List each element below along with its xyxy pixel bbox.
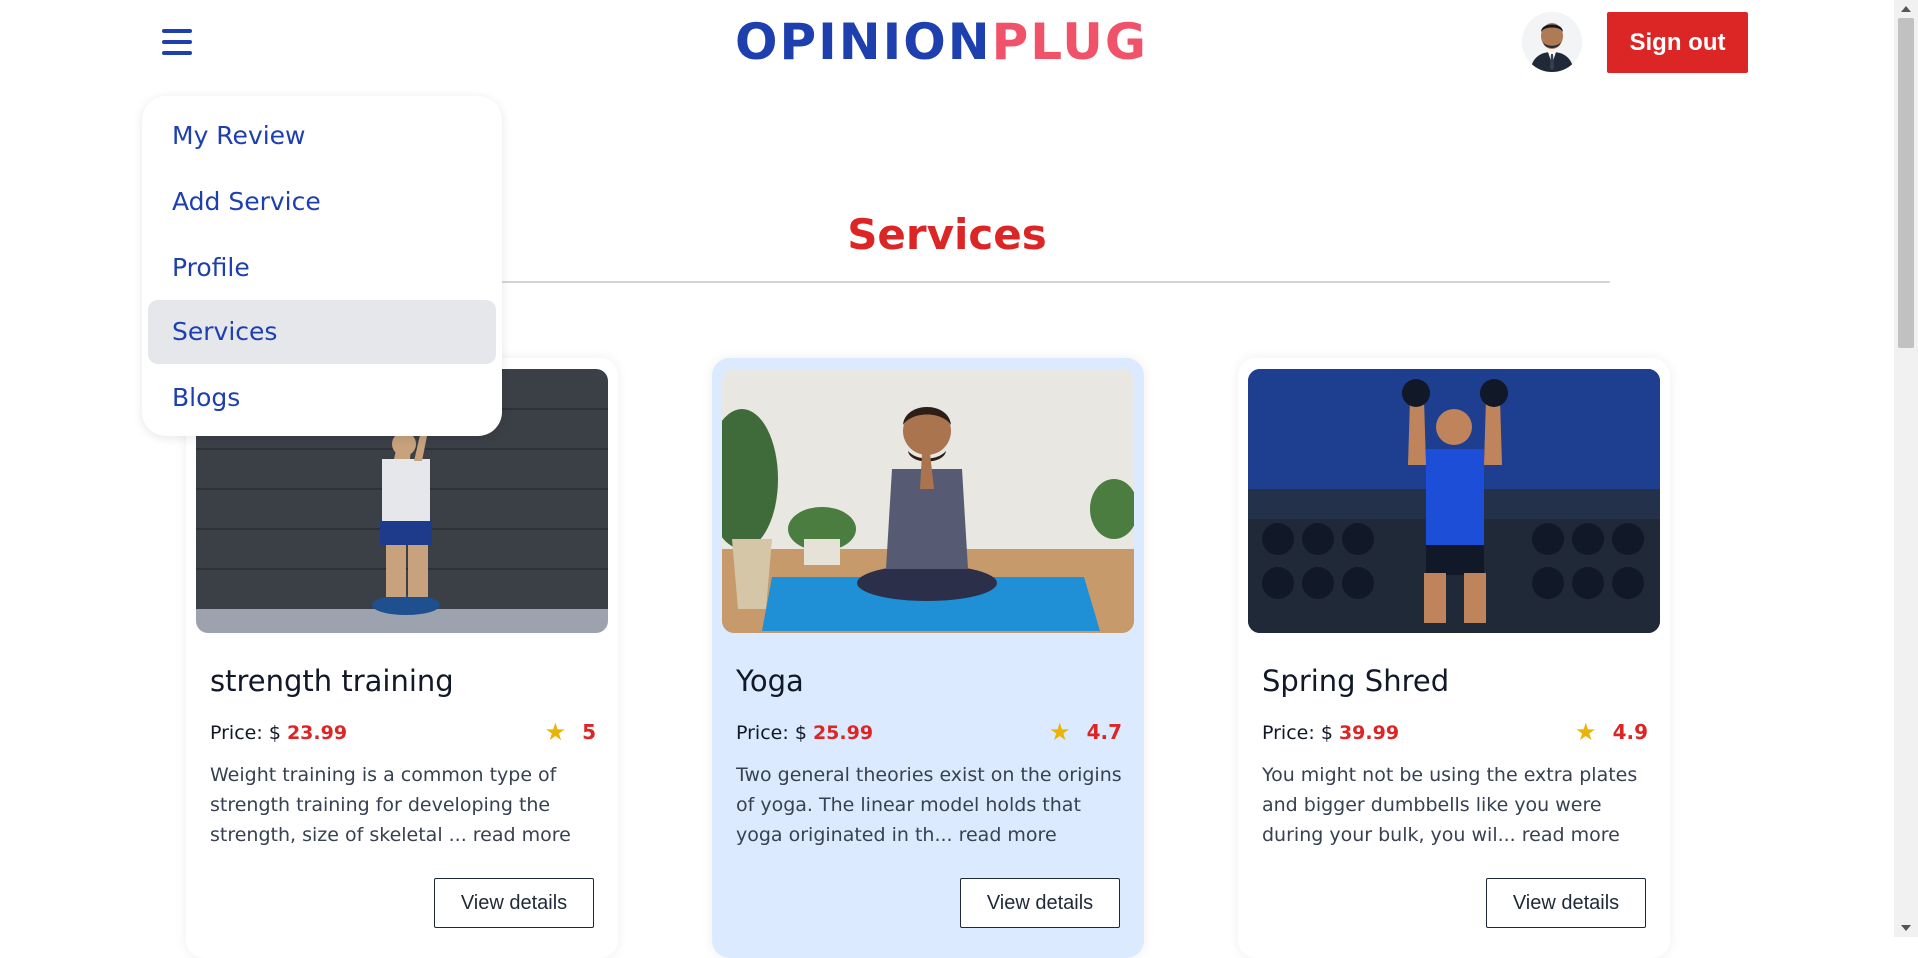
service-name: Yoga xyxy=(736,664,804,698)
scroll-down-icon[interactable] xyxy=(1901,925,1911,931)
site-logo[interactable]: OPINIONPLUG xyxy=(735,10,1148,74)
star-icon: ★ xyxy=(544,718,567,746)
navigation-dropdown-menu: My Review Add Service Profile Services B… xyxy=(142,96,502,436)
menu-item-my-review[interactable]: My Review xyxy=(148,104,496,168)
hamburger-menu-icon[interactable] xyxy=(160,26,194,58)
service-price: Price: $ 25.99 xyxy=(736,722,873,744)
price-currency: $ xyxy=(1320,722,1333,744)
vertical-scrollbar[interactable] xyxy=(1894,0,1918,937)
price-label: Price: xyxy=(736,722,789,744)
service-name: strength training xyxy=(210,664,454,698)
service-rating: ★ 4.7 xyxy=(1049,720,1122,744)
rating-value: 4.9 xyxy=(1612,720,1648,744)
service-rating: ★ 4.9 xyxy=(1575,720,1648,744)
scrollbar-thumb[interactable] xyxy=(1898,18,1914,348)
view-details-button[interactable]: View details xyxy=(434,878,594,928)
menu-item-blogs[interactable]: Blogs xyxy=(148,366,496,430)
service-card-yoga[interactable]: Yoga Price: $ 25.99 ★ 4.7 Two general th… xyxy=(712,358,1144,958)
price-currency: $ xyxy=(268,722,281,744)
sign-out-button[interactable]: Sign out xyxy=(1607,12,1748,73)
price-amount: 39.99 xyxy=(1338,722,1400,744)
service-rating: ★ 5 xyxy=(545,720,596,744)
menu-item-add-service[interactable]: Add Service xyxy=(148,170,496,234)
price-amount: 25.99 xyxy=(812,722,874,744)
view-details-button[interactable]: View details xyxy=(960,878,1120,928)
service-description: Two general theories exist on the origin… xyxy=(736,764,1122,846)
service-price: Price: $ 23.99 xyxy=(210,722,347,744)
service-card-spring-shred[interactable]: Spring Shred Price: $ 39.99 ★ 4.9 You mi… xyxy=(1238,358,1670,958)
view-details-button[interactable]: View details xyxy=(1486,878,1646,928)
logo-part-opinion: OPINION xyxy=(735,13,992,71)
logo-part-plug: PLUG xyxy=(991,13,1148,71)
rating-value: 5 xyxy=(582,720,596,744)
price-label: Price: xyxy=(1262,722,1315,744)
service-image-spring-shred xyxy=(1248,369,1660,633)
service-price: Price: $ 39.99 xyxy=(1262,722,1399,744)
service-description: You might not be using the extra plates … xyxy=(1262,764,1638,846)
avatar[interactable] xyxy=(1522,12,1582,72)
service-card-strength-training[interactable]: strength training Price: $ 23.99 ★ 5 Wei… xyxy=(186,358,618,958)
rating-value: 4.7 xyxy=(1086,720,1122,744)
star-icon: ★ xyxy=(1575,718,1597,746)
menu-item-profile[interactable]: Profile xyxy=(148,236,496,300)
price-label: Price: xyxy=(210,722,263,744)
price-currency: $ xyxy=(794,722,807,744)
page: OPINIONPLUG Sign out Services strength t… xyxy=(0,0,1894,958)
scroll-up-icon[interactable] xyxy=(1901,6,1911,12)
service-image-yoga xyxy=(722,369,1134,633)
menu-item-services[interactable]: Services xyxy=(148,300,496,364)
service-name: Spring Shred xyxy=(1262,664,1450,698)
service-description: Weight training is a common type of stre… xyxy=(210,764,571,846)
star-icon: ★ xyxy=(1049,718,1071,746)
price-amount: 23.99 xyxy=(286,722,348,744)
